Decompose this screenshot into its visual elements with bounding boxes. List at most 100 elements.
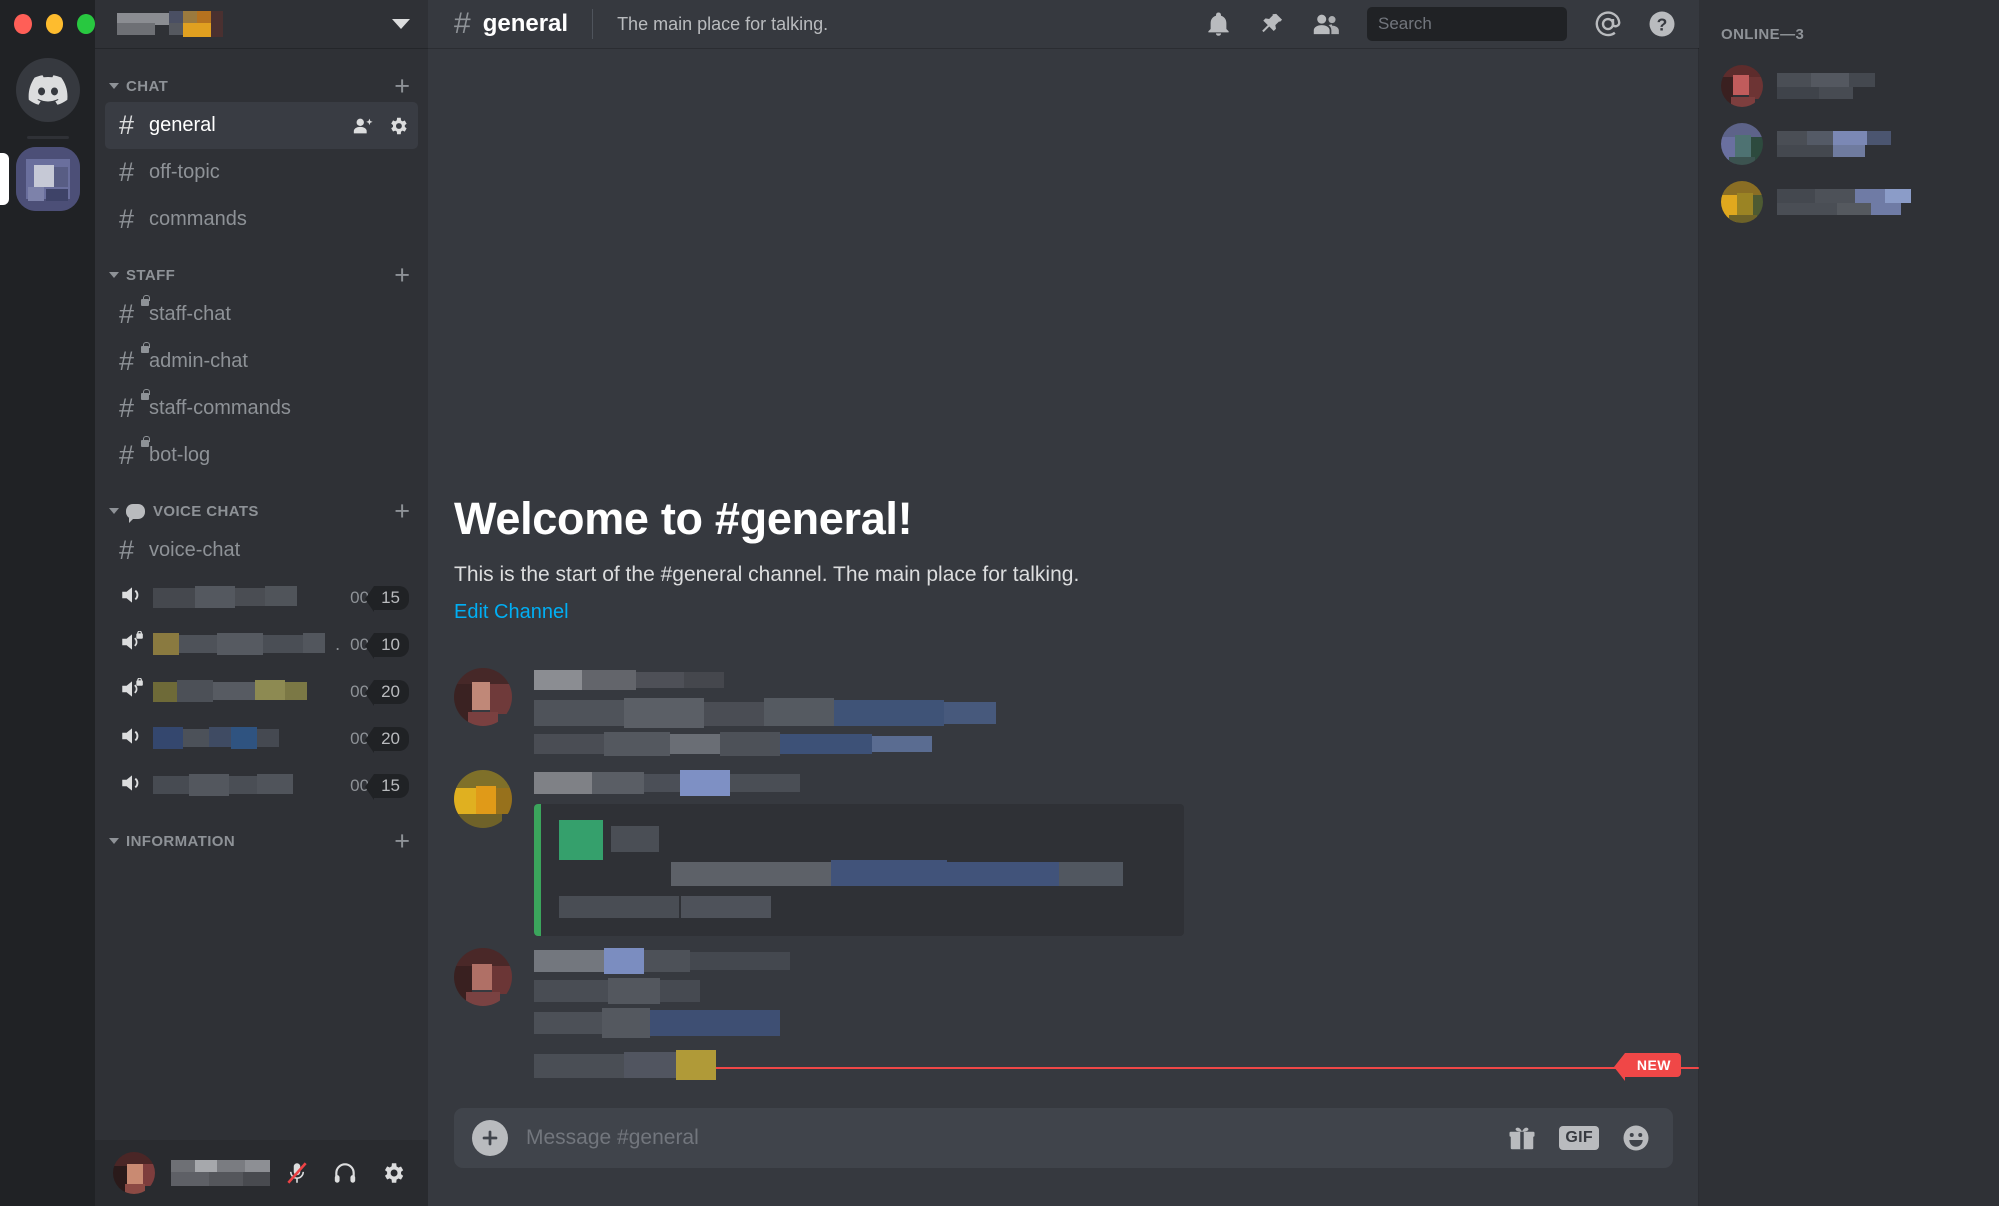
channel-staff-chat[interactable]: # staff-chat: [105, 291, 418, 338]
channel-staff-commands[interactable]: # staff-commands: [105, 385, 418, 432]
channel-sidebar: CHAT + # general # off-topic # commands …: [95, 0, 428, 1206]
header-actions: [1205, 11, 1341, 38]
message-content-redacted: [534, 668, 1673, 758]
message-item[interactable]: NEW: [428, 940, 1699, 1108]
server-rail: [0, 0, 96, 1206]
active-server-indicator: [0, 153, 9, 205]
voice-channel-row[interactable]: 00 15: [105, 574, 418, 621]
minimize-window-button[interactable]: [45, 14, 64, 34]
add-channel-button-staff[interactable]: +: [394, 262, 410, 289]
hash-lock-icon: #: [119, 436, 150, 469]
composer-actions: GIF: [1507, 1123, 1651, 1153]
message-composer[interactable]: GIF: [454, 1108, 1673, 1168]
member-list-item[interactable]: [1699, 115, 1999, 173]
server-icon-active[interactable]: [15, 147, 80, 211]
gift-icon[interactable]: [1507, 1123, 1537, 1153]
avatar[interactable]: [454, 948, 512, 1006]
message-list[interactable]: Welcome to #general! This is the start o…: [428, 48, 1699, 1206]
avatar[interactable]: [454, 668, 512, 726]
voice-occupancy: 00 20: [350, 679, 409, 706]
voice-occupancy: 00 15: [350, 585, 409, 612]
help-question-icon[interactable]: ?: [1647, 9, 1677, 39]
voice-channel-row[interactable]: 00 20: [105, 668, 418, 715]
voice-channel-row[interactable]: . 00 10: [105, 621, 418, 668]
notification-bell-icon[interactable]: [1205, 11, 1232, 38]
category-staff[interactable]: STAFF +: [95, 259, 428, 291]
category-voice-chats[interactable]: VOICE CHATS +: [95, 495, 428, 527]
microphone-muted-icon[interactable]: [276, 1152, 318, 1194]
emoji-icon[interactable]: [1621, 1123, 1651, 1153]
headphones-icon[interactable]: [324, 1152, 366, 1194]
user-panel: [95, 1140, 428, 1206]
username-redacted: [171, 1160, 270, 1186]
avatar[interactable]: [113, 1152, 155, 1194]
voice-occupancy: 00 20: [350, 726, 409, 753]
voice-channel-name-redacted: [153, 679, 342, 704]
mentions-at-icon[interactable]: [1593, 9, 1623, 39]
chevron-down-icon: [392, 19, 410, 29]
invite-person-icon[interactable]: [352, 115, 374, 137]
channel-general[interactable]: # general: [105, 102, 418, 149]
add-channel-button-information[interactable]: +: [394, 828, 410, 855]
zoom-window-button[interactable]: [77, 14, 96, 34]
search-box[interactable]: [1367, 7, 1599, 41]
members-sidebar: ONLINE—3: [1699, 0, 1999, 1206]
member-name-redacted: [1777, 73, 1985, 99]
server-header-dropdown[interactable]: [95, 0, 428, 48]
channel-voice-chat-text[interactable]: # voice-chat: [105, 527, 418, 574]
composer-wrapper: GIF: [428, 1108, 1699, 1202]
home-button[interactable]: [15, 58, 80, 122]
message-input[interactable]: [526, 1126, 1508, 1150]
member-list-item[interactable]: [1699, 173, 1999, 231]
pin-icon[interactable]: [1258, 11, 1285, 38]
edit-channel-link[interactable]: Edit Channel: [454, 601, 1673, 624]
add-channel-button-chat[interactable]: +: [394, 73, 410, 100]
voice-channel-row[interactable]: 00 15: [105, 762, 418, 809]
hash-lock-icon: #: [119, 342, 150, 375]
close-window-button[interactable]: [14, 14, 32, 34]
message-item[interactable]: [428, 762, 1699, 940]
category-chat[interactable]: CHAT +: [95, 70, 428, 102]
channel-topic: The main place for talking.: [617, 13, 829, 34]
channel-commands[interactable]: # commands: [105, 196, 418, 243]
add-channel-button-voice[interactable]: +: [394, 498, 410, 525]
window-traffic-lights: [0, 0, 96, 48]
message-embed[interactable]: [534, 804, 1184, 936]
voice-occupancy: 00 10: [350, 632, 409, 659]
channel-bot-log[interactable]: # bot-log: [105, 432, 418, 479]
speech-bubble-icon: [126, 503, 145, 523]
voice-channel-row[interactable]: 00 20: [105, 715, 418, 762]
voice-channel-name-redacted: [153, 773, 342, 798]
category-label: CHAT: [126, 77, 169, 95]
gif-icon[interactable]: GIF: [1559, 1126, 1599, 1150]
message-item[interactable]: [428, 660, 1699, 762]
chevron-down-icon: [109, 508, 119, 514]
message-text-redacted: [534, 698, 1174, 730]
avatar[interactable]: [1721, 123, 1763, 165]
category-information[interactable]: INFORMATION +: [95, 825, 428, 857]
avatar[interactable]: [1721, 181, 1763, 223]
search-input[interactable]: [1378, 14, 1599, 34]
channel-off-topic[interactable]: # off-topic: [105, 149, 418, 196]
channel-admin-chat[interactable]: # admin-chat: [105, 338, 418, 385]
voice-limit-badge: 15: [365, 773, 409, 800]
header-divider: [592, 9, 594, 39]
avatar[interactable]: [454, 770, 512, 828]
chevron-down-icon: [109, 272, 119, 278]
speaker-icon: [119, 772, 149, 799]
channel-name: admin-chat: [149, 350, 248, 372]
gear-icon[interactable]: [372, 1152, 414, 1194]
members-icon[interactable]: [1311, 11, 1341, 38]
voice-occupancy: 00 15: [350, 773, 409, 800]
voice-trailing-dot: .: [335, 634, 341, 654]
speaker-lock-icon: [119, 677, 149, 705]
plus-circle-icon[interactable]: [472, 1120, 508, 1156]
avatar[interactable]: [1721, 65, 1763, 107]
hash-icon: #: [119, 157, 135, 187]
channel-name: general: [149, 114, 216, 136]
message-author-redacted: [534, 948, 834, 974]
voice-channel-name-redacted: [153, 726, 342, 751]
hash-icon: #: [119, 535, 135, 565]
member-list-item[interactable]: [1699, 57, 1999, 115]
gear-icon[interactable]: [387, 115, 409, 137]
